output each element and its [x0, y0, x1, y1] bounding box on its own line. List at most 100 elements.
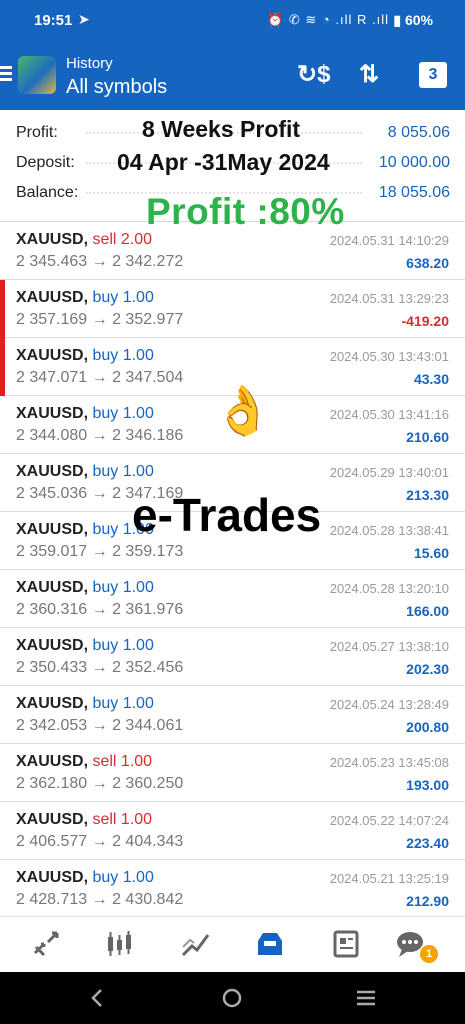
- deal-prices: 2 362.180 → 2 360.250: [16, 775, 184, 792]
- calendar-icon[interactable]: 3: [419, 62, 447, 88]
- history-icon[interactable]: [254, 929, 290, 961]
- deal-header: XAUUSD, buy 1.00: [16, 463, 154, 481]
- app-bar: History All symbols ↻$ ⇅ 3: [0, 42, 465, 110]
- deal-row[interactable]: XAUUSD, sell 1.00 2 406.577 → 2 404.343 20…: [0, 802, 465, 860]
- deal-symbol: XAUUSD,: [16, 231, 89, 248]
- back-icon[interactable]: [86, 986, 110, 1010]
- deal-profit: 210.60: [406, 429, 449, 445]
- overlay-brand: e-Trades: [132, 489, 322, 541]
- deal-type: buy 1.00: [92, 289, 154, 306]
- messages-badge: 1: [420, 945, 438, 963]
- deal-type: buy 1.00: [92, 463, 154, 480]
- overlay-dates: 04 Apr -31May 2024: [117, 149, 330, 175]
- recents-icon[interactable]: [354, 986, 378, 1010]
- deal-profit: 166.00: [406, 603, 449, 619]
- deal-profit: 43.30: [413, 371, 449, 387]
- app-logo: [18, 56, 56, 94]
- deal-type: buy 1.00: [92, 405, 154, 422]
- deal-profit: 213.30: [406, 487, 449, 503]
- deal-symbol: XAUUSD,: [16, 463, 89, 480]
- deal-row[interactable]: XAUUSD, buy 1.00 2 360.316 → 2 361.976 202…: [0, 570, 465, 628]
- deal-profit: -419.20: [401, 313, 449, 329]
- deal-prices: 2 406.577 → 2 404.343: [16, 833, 184, 850]
- balance-value: 18 055.06: [378, 184, 450, 201]
- battery-level: ▮ 60%: [393, 12, 433, 28]
- overlay-profit: Profit :80%: [146, 191, 345, 232]
- deal-symbol: XAUUSD,: [16, 579, 89, 596]
- deal-row[interactable]: XAUUSD, sell 1.00 2 362.180 → 2 360.250 20…: [0, 744, 465, 802]
- deal-time: 2024.05.24 13:28:49: [329, 697, 449, 712]
- deal-profit: 200.80: [406, 719, 449, 735]
- deal-type: sell 1.00: [92, 753, 153, 770]
- deal-row[interactable]: XAUUSD, buy 1.00 2 350.433 → 2 352.456 202…: [0, 628, 465, 686]
- deal-type: buy 1.00: [92, 637, 154, 654]
- deal-type: buy 1.00: [92, 869, 154, 886]
- deal-header: XAUUSD, buy 1.00: [16, 405, 154, 423]
- status-time: 19:51: [34, 12, 73, 29]
- deal-header: XAUUSD, buy 1.00: [16, 869, 154, 887]
- profit-label: Profit:: [16, 124, 58, 141]
- deal-profit: 202.30: [406, 661, 449, 677]
- sort-icon[interactable]: ⇅: [359, 60, 379, 89]
- deal-time: 2024.05.30 13:43:01: [329, 349, 449, 364]
- deal-symbol: XAUUSD,: [16, 869, 89, 886]
- deal-time: 2024.05.28 13:38:41: [329, 523, 449, 538]
- deposit-value: 10 000.00: [378, 154, 450, 171]
- deal-header: XAUUSD, sell 1.00: [16, 811, 152, 829]
- chart-icon[interactable]: [104, 929, 140, 961]
- deal-type: sell 2.00: [92, 231, 153, 248]
- page-title[interactable]: All symbols: [66, 76, 167, 99]
- deal-profit: 212.90: [406, 893, 449, 909]
- deal-header: XAUUSD, sell 2.00: [16, 231, 152, 249]
- deal-symbol: XAUUSD,: [16, 811, 89, 828]
- home-icon[interactable]: [220, 986, 244, 1010]
- deal-prices: 2 342.053 → 2 344.061: [16, 717, 184, 734]
- deal-symbol: XAUUSD,: [16, 521, 89, 538]
- deal-header: XAUUSD, sell 1.00: [16, 753, 152, 771]
- deal-header: XAUUSD, buy 1.00: [16, 695, 154, 713]
- deal-time: 2024.05.22 14:07:24: [329, 813, 449, 828]
- deal-header: XAUUSD, buy 1.00: [16, 579, 154, 597]
- deal-profit: 193.00: [406, 777, 449, 793]
- deal-row[interactable]: XAUUSD, buy 1.00 2 342.053 → 2 344.061 202…: [0, 686, 465, 744]
- currency-exchange-icon[interactable]: ↻$: [297, 60, 330, 89]
- deal-symbol: XAUUSD,: [16, 347, 89, 364]
- deposit-label: Deposit:: [16, 154, 75, 171]
- menu-icon[interactable]: [0, 66, 14, 82]
- quotes-icon[interactable]: [30, 929, 66, 961]
- deal-time: 2024.05.21 13:25:19: [329, 871, 449, 886]
- bottom-nav: 1: [0, 916, 465, 972]
- news-icon[interactable]: [330, 929, 366, 961]
- trade-icon[interactable]: [180, 929, 216, 961]
- deal-profit: 223.40: [406, 835, 449, 851]
- deal-profit: 638.20: [406, 255, 449, 271]
- page-subtitle: History: [66, 55, 113, 72]
- deal-header: XAUUSD, buy 1.00: [16, 289, 154, 307]
- deal-marker: [0, 338, 5, 396]
- deal-profit: 15.60: [413, 545, 449, 561]
- deal-marker: [0, 280, 5, 338]
- balance-label: Balance:: [16, 184, 79, 201]
- deal-symbol: XAUUSD,: [16, 695, 89, 712]
- deal-prices: 2 347.071 → 2 347.504: [16, 369, 184, 386]
- telegram-icon: ➤: [78, 11, 90, 27]
- deal-prices: 2 357.169 → 2 352.977: [16, 311, 184, 328]
- deal-prices: 2 344.080 → 2 346.186: [16, 427, 184, 444]
- system-nav-bar: [0, 972, 465, 1024]
- deal-symbol: XAUUSD,: [16, 753, 89, 770]
- deal-prices: 2 345.463 → 2 342.272: [16, 253, 184, 270]
- deal-time: 2024.05.27 13:38:10: [329, 639, 449, 654]
- overlay-title: 8 Weeks Profit: [142, 116, 301, 142]
- profit-value: 8 055.06: [387, 124, 450, 141]
- deal-symbol: XAUUSD,: [16, 289, 89, 306]
- deal-header: XAUUSD, buy 1.00: [16, 637, 154, 655]
- deal-row[interactable]: XAUUSD, buy 1.00 2 357.169 → 2 352.977 202…: [0, 280, 465, 338]
- deal-type: buy 1.00: [92, 347, 154, 364]
- deals-list: XAUUSD, sell 2.00 2 345.463 → 2 342.272 20…: [0, 222, 465, 918]
- ok-hand-emoji: 👌: [213, 385, 273, 438]
- battery-percent: 60%: [404, 12, 433, 28]
- deal-row[interactable]: XAUUSD, buy 1.00 2 428.713 → 2 430.842 202…: [0, 860, 465, 918]
- deal-time: 2024.05.31 13:29:23: [329, 291, 449, 306]
- deal-time: 2024.05.28 13:20:10: [329, 581, 449, 596]
- deal-prices: 2 428.713 → 2 430.842: [16, 891, 184, 908]
